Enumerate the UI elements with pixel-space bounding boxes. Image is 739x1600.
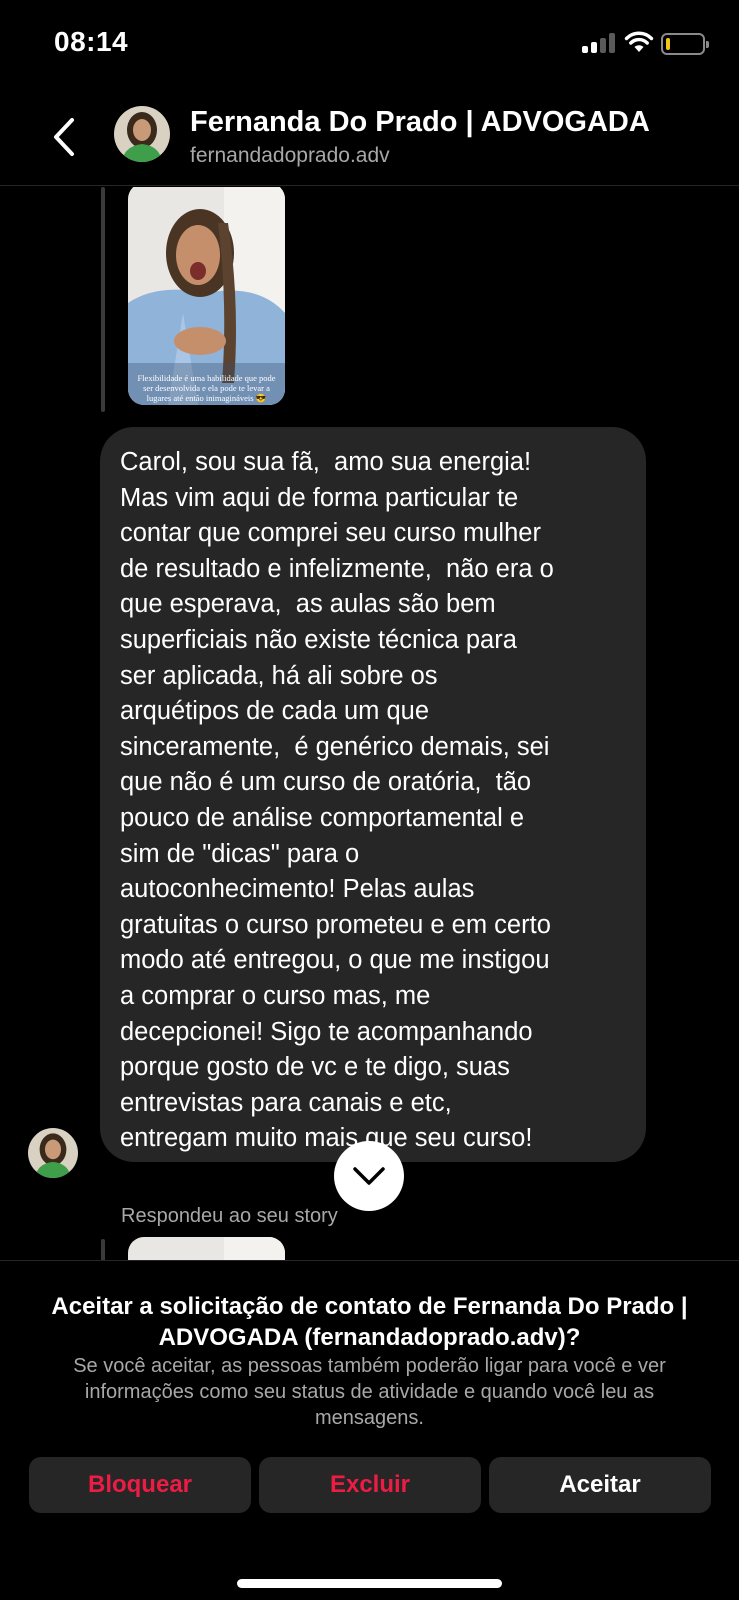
contact-name[interactable]: Fernanda Do Prado | ADVOGADA [190, 106, 650, 139]
message-thread[interactable]: Flexibilidade é uma habilidade que pode … [0, 187, 739, 1260]
reply-indicator-line [101, 1239, 105, 1260]
chevron-left-icon [54, 118, 74, 156]
status-time: 08:14 [54, 26, 129, 57]
story-reply-thumbnail[interactable] [128, 1237, 285, 1260]
back-button[interactable] [44, 114, 84, 160]
request-title: Aceitar a solicitação de contato de Fern… [51, 1293, 688, 1351]
story-caption: Flexibilidade é uma habilidade que pode … [137, 373, 276, 403]
status-bar: 08:14 [0, 0, 739, 90]
contact-request-panel: Aceitar a solicitação de contato de Fern… [0, 1260, 739, 1600]
reply-indicator-line [101, 187, 105, 412]
contact-username[interactable]: fernandadoprado.adv [190, 144, 390, 168]
profile-avatar[interactable] [114, 106, 170, 162]
story-reply-thumbnail[interactable]: Flexibilidade é uma habilidade que pode … [128, 187, 285, 405]
delete-button[interactable]: Excluir [259, 1457, 481, 1513]
chat-header: Fernanda Do Prado | ADVOGADA fernandadop… [0, 90, 739, 186]
chevron-down-icon [353, 1167, 385, 1185]
message-bubble[interactable]: Carol, sou sua fã, amo sua energia! Mas … [100, 427, 646, 1162]
accept-button[interactable]: Aceitar [489, 1457, 711, 1513]
message-text: Carol, sou sua fã, amo sua energia! Mas … [120, 448, 554, 1153]
scroll-to-bottom-button[interactable] [334, 1141, 404, 1211]
request-description: Se você aceitar, as pessoas também poder… [73, 1355, 666, 1429]
reply-label: Respondeu ao seu story [121, 1205, 338, 1227]
home-indicator[interactable] [237, 1579, 502, 1588]
wifi-icon [624, 30, 654, 54]
battery-low-icon [661, 33, 709, 55]
block-button[interactable]: Bloquear [29, 1457, 251, 1513]
sender-avatar[interactable] [28, 1128, 78, 1178]
cellular-signal-icon [582, 33, 616, 53]
